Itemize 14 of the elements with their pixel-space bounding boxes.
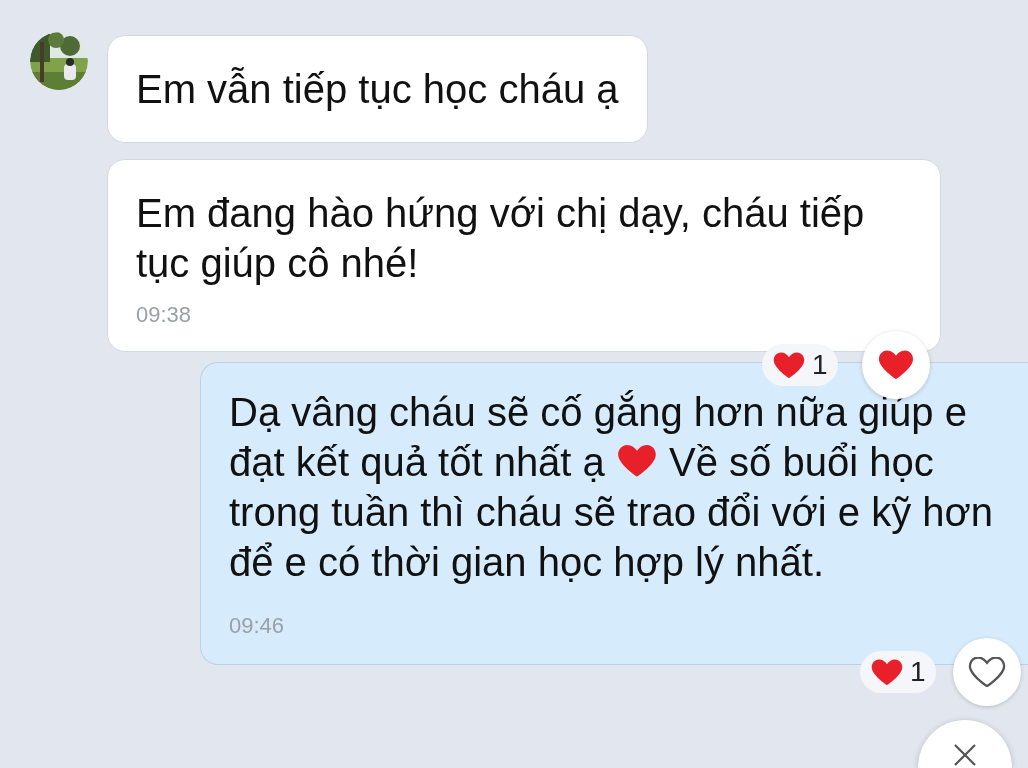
close-icon: [952, 742, 978, 768]
heart-icon: [967, 657, 1006, 687]
heart-icon: [772, 351, 806, 379]
message-text: Em vẫn tiếp tục học cháu ạ: [136, 66, 619, 113]
react-button[interactable]: [952, 638, 1021, 706]
message-time: 09:46: [229, 612, 286, 640]
reaction-count: 1: [910, 655, 926, 689]
message-text: Em đang hào hứng với chị dạy, cháu tiếp tục giúp cô nhé!: [136, 190, 866, 287]
message-text: Dạ vâng cháu sẽ cố gắng hơn nữa giúp e đạt kết quả tốt nhất ạ Về số buổi học trong tuần thì cháu sẽ trao đổi với e kỹ hơn để e có thời gian học hợp lý nhất.: [229, 389, 994, 586]
heart-icon: [870, 658, 904, 686]
reaction-count: 1: [812, 348, 828, 382]
heart-icon: [876, 350, 915, 380]
message-time: 09:38: [136, 301, 193, 329]
close-button[interactable]: [918, 720, 1012, 768]
